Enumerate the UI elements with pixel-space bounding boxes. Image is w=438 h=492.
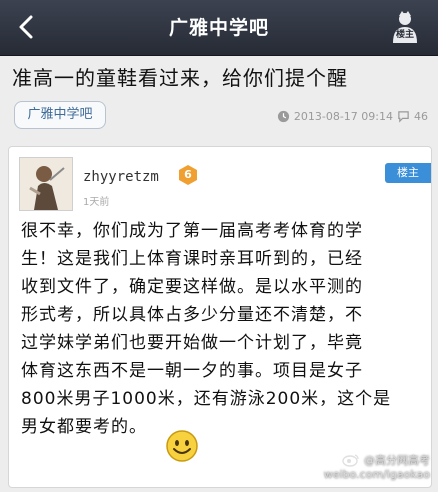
forum-tag-button[interactable]: 广雅中学吧 (14, 101, 106, 129)
post-content: 很不幸，你们成为了第一届高考考体育的学 生！这是我们上体育课时亲耳听到的，已经 … (21, 217, 425, 441)
post-datetime: 2013-08-17 09:14 (293, 109, 393, 123)
level-number: 6 (184, 168, 192, 181)
content-line: 800米男子1000米，还有游泳200米，这个是 (21, 389, 392, 409)
owner-tag: 楼主 (385, 163, 431, 183)
content-line: 收到文件了，确定要这样做。是以水平测的 (21, 277, 363, 297)
top-nav-bar: 广雅中学吧 楼主 (0, 0, 438, 56)
watermark-url: weibo.com/igaokao (323, 468, 430, 481)
post-title: 准高一的童鞋看过来，给你们提个醒 (12, 66, 348, 90)
smiley-icon (166, 430, 198, 462)
clock-icon (277, 110, 289, 122)
level-badge: 6 (177, 164, 199, 186)
owner-button-label: 楼主 (395, 30, 414, 40)
avatar-image (20, 158, 72, 210)
emoji (165, 429, 199, 463)
watermark-account: @高分网高考 (364, 454, 430, 467)
username[interactable]: zhyyretzm (83, 169, 159, 185)
comment-icon (398, 110, 409, 123)
content-line: 形式考，所以具体占多少分量还不清楚，不 (21, 305, 363, 325)
weibo-icon (342, 454, 359, 467)
post-time-ago: 1天前 (83, 197, 110, 208)
post-meta: 2013-08-17 09:14 46 (277, 108, 428, 124)
content-line: 生！这是我们上体育课时亲耳听到的，已经 (21, 249, 363, 269)
page-title: 广雅中学吧 (168, 17, 269, 39)
content-line: 过学妹学弟们也要开始做一个计划了，毕竟 (21, 333, 363, 353)
weibo-watermark: @高分网高考 weibo.com/igaokao (324, 452, 430, 481)
avatar[interactable] (19, 157, 73, 211)
owner-only-button[interactable]: 楼主 (384, 7, 426, 49)
floor-card: zhyyretzm 6 1天前 楼主 很不幸，你们成为了第一届高考考体育的学 生… (8, 146, 432, 488)
content-line: 体育这东西不是一朝一夕的事。项目是女子 (21, 361, 363, 381)
reply-count: 46 (414, 109, 428, 123)
content-line: 很不幸，你们成为了第一届高考考体育的学 (21, 221, 363, 241)
content-line: 男女都要考的。 (21, 417, 147, 437)
